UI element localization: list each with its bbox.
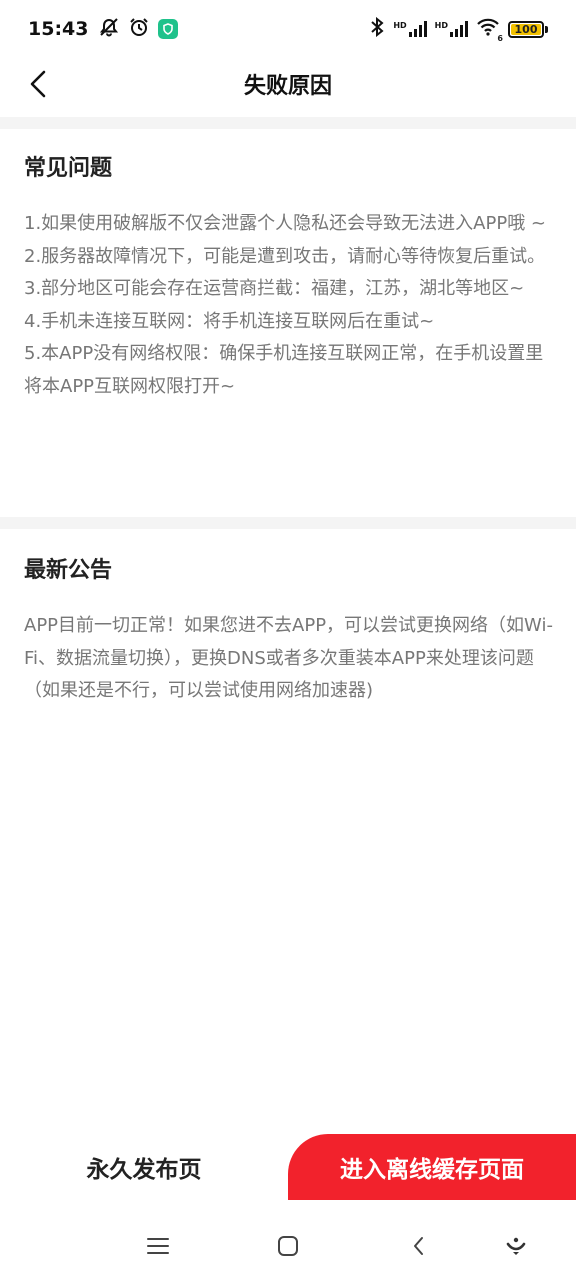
signal-bars-icon xyxy=(450,21,468,37)
signal-bars-icon xyxy=(408,21,427,37)
page-title: 失败原因 xyxy=(243,74,332,99)
home-button[interactable] xyxy=(274,1232,302,1260)
nav-back-button[interactable] xyxy=(404,1232,432,1260)
faq-item: 3.部分地区可能会存在运营商拦截：福建，江苏，湖北等地区~ xyxy=(24,278,525,299)
permanent-page-button[interactable]: 永久发布页 xyxy=(0,1136,288,1198)
offline-cache-button[interactable]: 进入离线缓存页面 xyxy=(288,1134,576,1200)
section-divider xyxy=(0,517,576,529)
bluetooth-icon xyxy=(369,16,385,41)
signal-2: HD xyxy=(435,21,468,37)
faq-item: 5.本APP没有网络权限：确保手机连接互联网正常，在手机设置里将本APP互联网权… xyxy=(24,343,544,397)
notice-section: 最新公告 APP目前一切正常！如果您进不去APP，可以尝试更换网络（如Wi-Fi… xyxy=(24,552,554,708)
signal-1: HD xyxy=(393,21,427,37)
shield-app-icon xyxy=(158,19,179,39)
assistant-button[interactable] xyxy=(502,1232,530,1260)
faq-item: 1.如果使用破解版不仅会泄露个人隐私还会导致无法进入APP哦 ~ xyxy=(24,213,546,234)
mute-icon xyxy=(98,17,120,41)
notice-title: 最新公告 xyxy=(24,558,113,583)
status-bar: 15:43 HD HD 6 100 xyxy=(0,0,576,58)
menu-button[interactable] xyxy=(144,1232,172,1260)
back-button[interactable] xyxy=(20,66,56,102)
notice-body: APP目前一切正常！如果您进不去APP，可以尝试更换网络（如Wi-Fi、数据流量… xyxy=(24,615,553,701)
header: 失败原因 xyxy=(0,58,576,110)
alarm-icon xyxy=(128,17,150,41)
menu-icon xyxy=(147,1238,169,1254)
faq-title: 常见问题 xyxy=(24,156,113,181)
faq-item: 4.手机未连接互联网：将手机连接互联网后在重试~ xyxy=(24,310,435,332)
status-time: 15:43 xyxy=(28,18,89,40)
chevron-left-icon xyxy=(414,1237,423,1255)
section-divider xyxy=(0,117,576,129)
faq-section: 常见问题 1.如果使用破解版不仅会泄露个人隐私还会导致无法进入APP哦 ~ 2.… xyxy=(24,150,554,403)
wifi-icon: 6 xyxy=(476,17,503,43)
faq-list: 1.如果使用破解版不仅会泄露个人隐私还会导致无法进入APP哦 ~ 2.服务器故障… xyxy=(24,208,554,403)
battery-icon: 100 xyxy=(508,20,544,38)
assistant-icon xyxy=(506,1237,526,1255)
faq-item: 2.服务器故障情况下，可能是遭到攻击，请耐心等待恢复后重试。 xyxy=(24,245,546,267)
system-nav-bar xyxy=(0,1212,576,1280)
home-square-icon xyxy=(278,1236,298,1256)
chevron-left-icon xyxy=(30,70,46,98)
